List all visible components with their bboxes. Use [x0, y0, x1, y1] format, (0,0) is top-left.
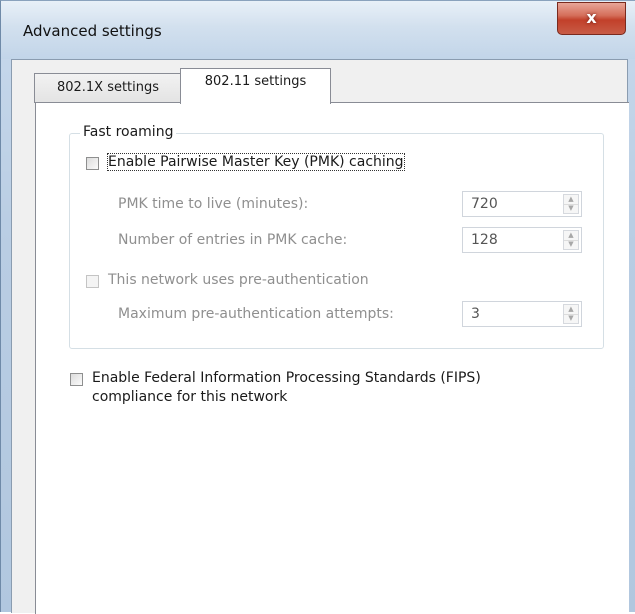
spin-down-icon[interactable]: ▼: [564, 204, 578, 213]
tab-80211-settings[interactable]: 802.11 settings: [180, 68, 331, 104]
close-button[interactable]: x: [557, 2, 626, 35]
tab-label: 802.11 settings: [204, 74, 307, 89]
spin-down-icon[interactable]: ▼: [564, 240, 578, 249]
fips-checkbox[interactable]: [70, 373, 83, 386]
preauth-checkbox[interactable]: [86, 275, 99, 288]
tab-page-80211: Fast roaming Enable Pairwise Master Key …: [35, 102, 629, 614]
preauth-attempts-value: 3: [471, 306, 480, 322]
preauth-attempts-label: Maximum pre-authentication attempts:: [118, 306, 394, 322]
close-icon: x: [586, 8, 597, 27]
pmk-ttl-spin-buttons[interactable]: ▲ ▼: [563, 194, 579, 214]
pmk-entries-label: Number of entries in PMK cache:: [118, 232, 348, 248]
pmk-ttl-label: PMK time to live (minutes):: [118, 196, 309, 212]
fast-roaming-group: Fast roaming Enable Pairwise Master Key …: [69, 124, 604, 349]
preauth-label: This network uses pre-authentication: [108, 272, 369, 288]
pmk-ttl-spinner[interactable]: 720 ▲ ▼: [462, 191, 582, 217]
fips-label-line1[interactable]: Enable Federal Information Processing St…: [92, 370, 481, 386]
pmk-ttl-value: 720: [471, 196, 498, 212]
window-title: Advanced settings: [23, 22, 162, 40]
pmk-caching-checkbox[interactable]: [86, 157, 99, 170]
tab-8021x-settings[interactable]: 802.1X settings: [34, 73, 182, 103]
pmk-entries-spinner[interactable]: 128 ▲ ▼: [462, 227, 582, 253]
dialog-window: Advanced settings x 802.1X settings 802.…: [0, 0, 635, 614]
pmk-entries-value: 128: [471, 232, 498, 248]
fast-roaming-legend: Fast roaming: [80, 124, 177, 140]
pmk-caching-label[interactable]: Enable Pairwise Master Key (PMK) caching: [107, 153, 405, 171]
title-bar[interactable]: Advanced settings x: [1, 1, 635, 59]
pmk-entries-spin-buttons[interactable]: ▲ ▼: [563, 230, 579, 250]
spin-down-icon[interactable]: ▼: [564, 314, 578, 323]
preauth-attempts-spin-buttons[interactable]: ▲ ▼: [563, 304, 579, 324]
fips-label-line2[interactable]: compliance for this network: [92, 389, 287, 405]
client-area: 802.1X settings 802.11 settings Fast roa…: [11, 59, 629, 614]
tab-label: 802.1X settings: [56, 80, 160, 95]
preauth-attempts-spinner[interactable]: 3 ▲ ▼: [462, 301, 582, 327]
